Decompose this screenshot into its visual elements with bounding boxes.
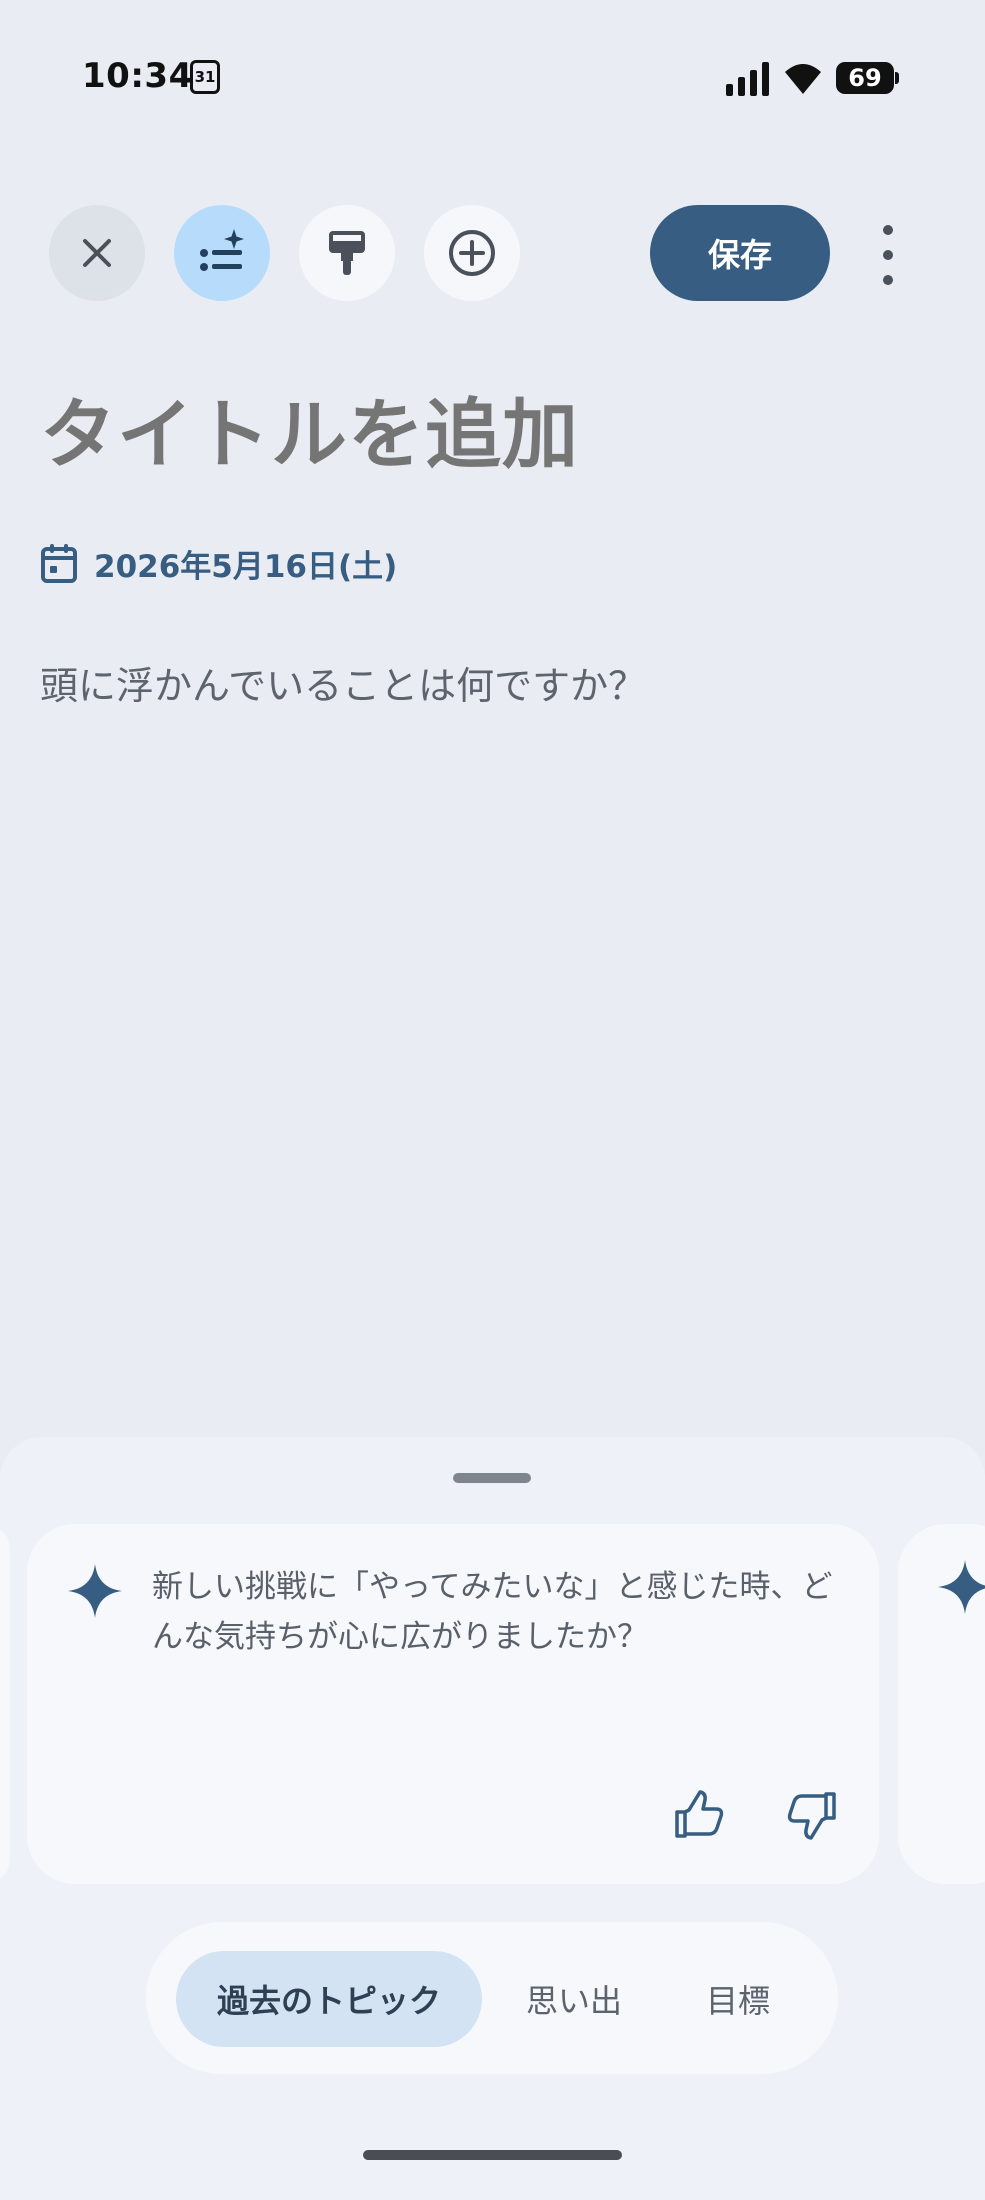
toolbar: 保存 (0, 200, 985, 301)
sparkle-icon (68, 1564, 122, 1618)
theme-button[interactable] (299, 205, 395, 301)
battery-icon: 69 (836, 62, 900, 94)
clock: 10:34 (82, 56, 193, 96)
body-prompt[interactable]: 頭に浮かんでいることは何ですか？ (40, 655, 646, 710)
thumbs-up-icon[interactable] (671, 1788, 725, 1842)
close-button[interactable] (49, 205, 145, 301)
add-circle-icon (449, 230, 495, 276)
calendar-icon (41, 544, 77, 583)
more-options-button[interactable] (868, 225, 908, 285)
next-suggestion-card[interactable] (898, 1524, 985, 1884)
add-button[interactable] (424, 205, 520, 301)
paint-roller-icon (329, 231, 365, 275)
wifi-icon (785, 64, 821, 94)
date-selector[interactable]: 2026年5月16日(土) (40, 538, 397, 588)
title-input[interactable] (40, 392, 940, 479)
ai-suggestions-button[interactable] (174, 205, 270, 301)
tab-goals[interactable]: 目標 (680, 1951, 796, 2047)
suggestion-text: 新しい挑戦に「やってみたいな」と感じた時、どんな気持ちが心に広がりましたか？ (152, 1569, 833, 1655)
close-icon (83, 239, 111, 267)
signal-icon (726, 62, 769, 96)
sparkle-icon (938, 1560, 985, 1614)
status-bar: 10:34 31 69 (0, 0, 985, 150)
entry-date: 2026年5月16日(土) (94, 548, 398, 585)
previous-suggestion-card[interactable] (0, 1524, 10, 1884)
tab-memories[interactable]: 思い出 (506, 1951, 642, 2047)
drag-handle[interactable] (453, 1473, 531, 1483)
thumbs-down-icon[interactable] (786, 1788, 840, 1842)
ai-list-icon (200, 229, 244, 271)
save-button[interactable]: 保存 (650, 205, 830, 301)
tab-past-topics[interactable]: 過去のトピック (176, 1951, 482, 2047)
home-indicator[interactable] (363, 2150, 622, 2160)
more-vert-icon (883, 225, 893, 235)
battery-level: 69 (848, 64, 882, 92)
calendar-notification-icon: 31 (190, 60, 220, 94)
